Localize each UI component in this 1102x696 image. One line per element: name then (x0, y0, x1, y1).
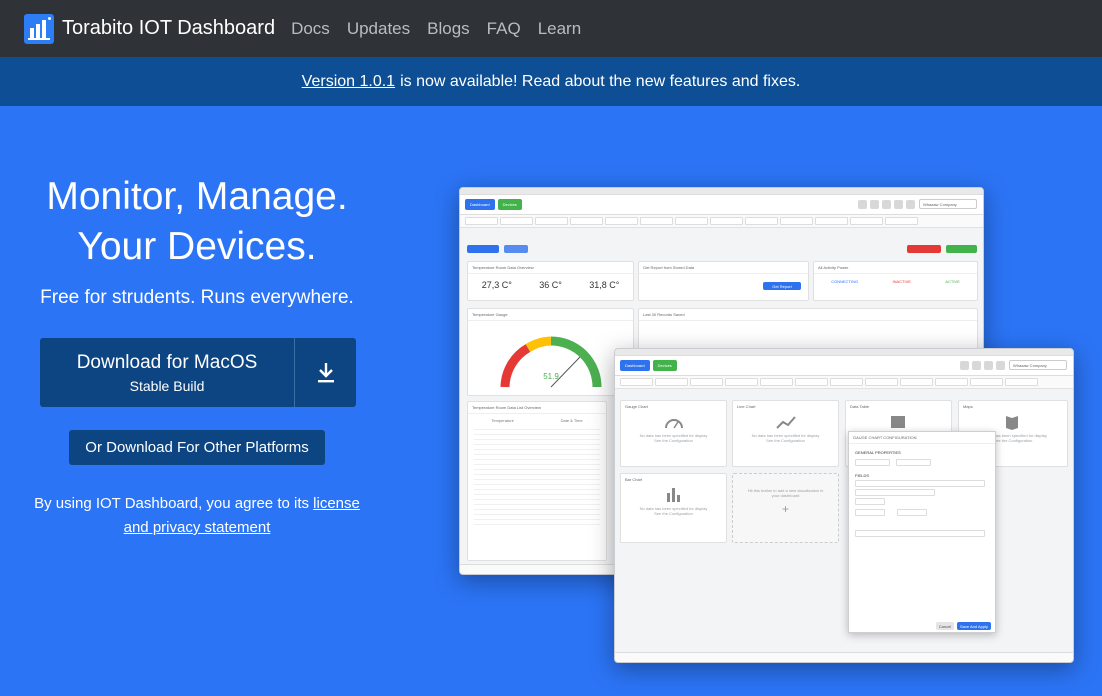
announcement-banner: Version 1.0.1 is now available! Read abo… (0, 57, 1102, 106)
banner-message: is now available! Read about the new fea… (400, 72, 801, 90)
mock-report-card: Get Report from Stored Data Get Report (638, 261, 809, 301)
mock-widget-line: Line Chart No data has been specified fo… (732, 400, 839, 467)
brand-link[interactable]: Torabito IOT Dashboard (24, 13, 276, 44)
hero-title-line-2: Your Devices. (77, 225, 317, 268)
mock-bell-icon (894, 199, 903, 209)
top-navbar: Torabito IOT Dashboard Docs Updates Blog… (0, 0, 1102, 57)
mock-front-devices-tab: Devices (652, 360, 677, 371)
mock-gear-icon (882, 199, 891, 209)
nav-link-blogs[interactable]: Blogs (427, 19, 470, 39)
mock-widget-line-config: See the Configuration (766, 438, 805, 443)
mock-widget-line-title: Line Chart (737, 404, 756, 409)
plus-icon: + (781, 502, 789, 516)
mock-company-select: Whaaaw Company (919, 199, 977, 209)
mock-table-card-title: Temperature Room Data List Overview (468, 402, 606, 414)
mock-widget-gauge: Gauge Chart No data has been specified f… (620, 400, 727, 467)
hero-title: Monitor, Manage. Your Devices. (0, 172, 394, 272)
map-icon (1006, 416, 1018, 430)
mock-table-header-temp: Temperature (491, 418, 514, 423)
mock-front-wifi-icon (972, 360, 981, 370)
mock-line-card-title: Last 30 Records Saved (639, 309, 977, 321)
mock-heart-icon (906, 199, 915, 209)
nav-link-updates[interactable]: Updates (347, 19, 410, 39)
table-icon (891, 416, 905, 428)
mock-front-search-icon (960, 360, 969, 370)
mock-config-modal: GAUGE CHART CONFIGURATION GENERAL PROPER… (848, 431, 996, 633)
mock-widget-gauge-title: Gauge Chart (625, 404, 648, 409)
mock-gauge-chart: 51.9 (500, 336, 602, 388)
mock-modal-title: GAUGE CHART CONFIGURATION (849, 432, 995, 444)
mock-widget-bar-config: See the Configuration (654, 511, 693, 516)
mock-add-widget: Hit this button to add a new visualizati… (732, 473, 839, 543)
speedometer-icon (665, 419, 683, 429)
mock-table-header-date: Date & Time (560, 418, 583, 423)
mock-gauge-value: 51.9 (543, 372, 559, 381)
mock-front-company-select: Whaaaw Company (1009, 360, 1067, 370)
mock-stat-connecting: CONNECTING (831, 279, 859, 284)
mock-search-icon (858, 199, 867, 209)
mock-widget-table-title: Data Table (850, 404, 870, 409)
version-link[interactable]: Version 1.0.1 (302, 73, 395, 91)
mock-table-card: Temperature Room Data List Overview Temp… (467, 401, 607, 561)
mock-stat-inactive: INACTIVE (892, 279, 911, 284)
mock-front-dashboard-tab: Dashboard (620, 360, 650, 371)
mock-activity-card: All Activity Power CONNECTING INACTIVE A… (813, 261, 978, 301)
mock-widget-maps-title: Maps (963, 404, 973, 409)
mock-widget-bar: Bar Chart No data has been specified for… (620, 473, 727, 543)
terms-text: By using IOT Dashboard, you agree to its… (20, 492, 374, 540)
mock-temperature-card: Temperature Room Data Overview 27,3 C° 3… (467, 261, 634, 301)
download-other-platforms-button[interactable]: Or Download For Other Platforms (69, 430, 325, 465)
terms-prefix: By using IOT Dashboard, you agree to its (34, 495, 309, 512)
mock-modal-fields: FIELDS (855, 473, 870, 478)
download-macos-label: Download for MacOS (76, 351, 258, 373)
nav-link-learn[interactable]: Learn (538, 19, 581, 39)
mock-widget-gauge-config: See the Configuration (654, 438, 693, 443)
bar-chart-icon (667, 488, 680, 502)
mock-temperature-card-title: Temperature Room Data Overview (468, 262, 633, 274)
mock-gauge-card: Temperature Gauge 51.9 (467, 308, 634, 396)
line-chart-icon (776, 416, 796, 429)
mock-widget-bar-title: Bar Chart (625, 477, 643, 482)
download-icon-button[interactable] (295, 338, 356, 407)
mock-modal-cancel: Cancel (936, 622, 954, 630)
hero-title-line-1: Monitor, Manage. (46, 175, 348, 218)
hero-subtitle: Free for strudents. Runs everywhere. (40, 287, 354, 308)
mock-activity-card-title: All Activity Power (814, 262, 977, 274)
mock-wifi-icon (870, 199, 879, 209)
mock-modal-save: Save And Apply (957, 622, 991, 630)
mock-report-button: Get Report (763, 282, 801, 290)
mock-modal-general: GENERAL PROPERTIES (855, 450, 901, 455)
mock-report-card-title: Get Report from Stored Data (639, 262, 808, 274)
nav-link-docs[interactable]: Docs (291, 19, 330, 39)
brand-name: Torabito IOT Dashboard (62, 17, 276, 39)
mock-add-widget-text: Hit this button to add a new visualizati… (747, 488, 824, 498)
mock-temp-2: 36 C° (539, 280, 562, 290)
mock-front-gear-icon (984, 360, 993, 370)
mock-temp-3: 31,8 C° (589, 280, 620, 290)
mock-gauge-card-title: Temperature Gauge (468, 309, 633, 321)
download-icon (317, 362, 334, 382)
mock-temp-1: 27,3 C° (481, 280, 512, 290)
mock-stat-active: ACTIVE (945, 279, 960, 284)
mock-dashboard-tab: Dashboard (465, 199, 495, 210)
download-build-label: Stable Build (129, 377, 205, 394)
nav-link-faq[interactable]: FAQ (487, 19, 521, 39)
mock-devices-tab: Devices (497, 199, 522, 210)
download-macos-button[interactable]: Download for MacOS Stable Build (40, 338, 356, 407)
dashboard-preview-front: Dashboard Devices Whaaaw Company Gauge C… (614, 348, 1074, 663)
mock-front-bell-icon (996, 360, 1005, 370)
brand-logo-icon (24, 13, 54, 44)
